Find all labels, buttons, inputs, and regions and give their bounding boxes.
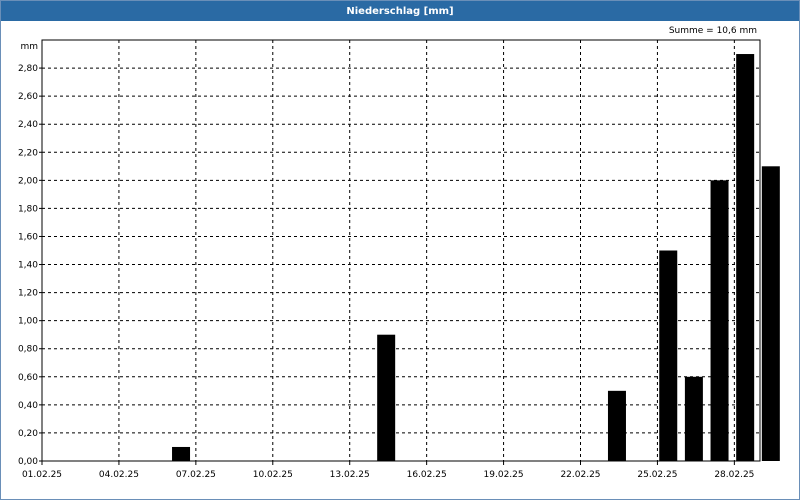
x-tick-label: 22.02.25 [560,470,600,480]
y-tick-label: 0,00 [18,457,38,467]
y-tick-label: 2,80 [18,64,38,74]
bar [761,166,780,462]
bar [607,390,626,461]
plot-area [41,39,761,462]
y-tick-label: 0,40 [18,401,38,411]
y-tick-label: 2,40 [18,120,38,130]
x-tick-label: 16.02.25 [407,470,447,480]
x-tick-label: 25.02.25 [637,470,677,480]
bar [736,54,755,462]
y-tick-label: 2,60 [18,92,38,102]
y-axis-label: mm [20,42,38,52]
y-tick-label: 1,20 [18,289,38,299]
y-tick-label: 2,20 [18,148,38,158]
y-tick-label: 2,00 [18,176,38,186]
x-tick-label: 13.02.25 [330,470,370,480]
x-tick-label: 10.02.25 [253,470,293,480]
y-tick-label: 0,20 [18,429,38,439]
x-tick-label: 28.02.25 [714,470,754,480]
x-tick-label: 01.02.25 [22,470,62,480]
x-tick-label: 04.02.25 [99,470,139,480]
x-tick-label: 19.02.25 [484,470,524,480]
y-tick-label: 1,40 [18,261,38,271]
bar [684,376,703,461]
bar [659,250,678,461]
bar [377,334,396,461]
bar [172,446,191,461]
chart-window: Niederschlag [mm] Summe = 10,6 mm 0,00 0,… [0,0,800,500]
y-tick-label: 0,80 [18,345,38,355]
precipitation-chart: 0,00 0,20 0,40 0,60 0,80 1,00 1,20 1,40 1,60 1,80… [18,39,780,480]
bar [710,180,729,462]
x-tick-label: 07.02.25 [176,470,216,480]
y-tick-label: 1,00 [18,317,38,327]
y-tick-label: 0,60 [18,373,38,383]
y-tick-label: 1,80 [18,204,38,214]
y-tick-label: 1,60 [18,232,38,242]
